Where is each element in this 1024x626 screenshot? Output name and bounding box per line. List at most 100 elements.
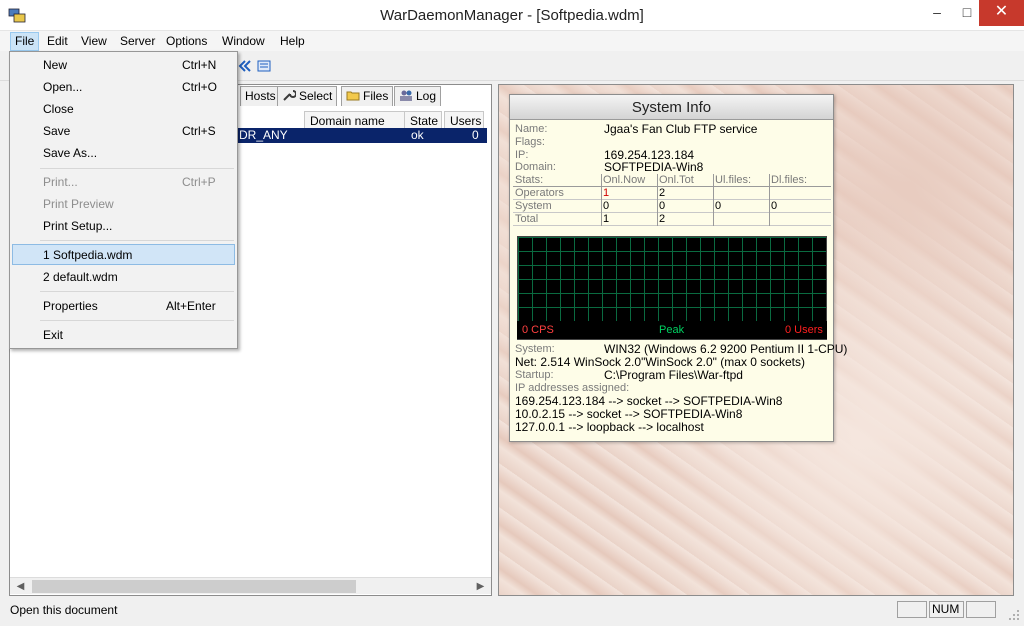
name-value: Jgaa's Fan Club FTP service xyxy=(604,122,758,136)
ip-label: IP: xyxy=(515,149,529,161)
horizontal-scrollbar[interactable]: ◀ ▶ xyxy=(10,577,491,594)
table-row[interactable]: DR_ANY ok 0 xyxy=(238,128,487,143)
status-text: Open this document xyxy=(10,603,118,617)
menu-item-label: 1 Softpedia.wdm xyxy=(43,248,133,262)
tab-hosts-label: Hosts xyxy=(245,89,276,103)
menu-item-shortcut: Ctrl+P xyxy=(182,175,216,189)
menu-item-label: Save xyxy=(43,124,71,138)
status-bar: Open this document NUM xyxy=(0,599,1024,626)
stats-header: Ul.files: xyxy=(715,174,752,186)
menu-item-new[interactable]: New Ctrl+N xyxy=(12,54,235,75)
system-label: System: xyxy=(515,343,555,355)
menu-item-recent-1[interactable]: 1 Softpedia.wdm xyxy=(12,244,235,265)
tab-files[interactable]: Files xyxy=(341,86,394,106)
status-panel-num: NUM xyxy=(929,601,964,618)
menu-item-label: Close xyxy=(43,102,74,116)
system-value: WIN32 (Windows 6.2 9200 Pentium II 1-CPU… xyxy=(604,342,848,356)
stats-header: Onl.Tot xyxy=(659,174,694,186)
column-users[interactable]: Users xyxy=(444,111,484,129)
ip-assigned-line: 169.254.123.184 --> socket --> SOFTPEDIA… xyxy=(515,394,783,408)
menu-item-label: Print Setup... xyxy=(43,219,113,233)
startup-value: C:\Program Files\War-ftpd xyxy=(604,368,743,382)
ip-assigned-line: 127.0.0.1 --> loopback --> localhost xyxy=(515,420,704,434)
status-panel-caps xyxy=(897,601,927,618)
tab-select-label: Select xyxy=(299,89,333,103)
menu-item-label: Open... xyxy=(43,80,83,94)
stats-header: Dl.files: xyxy=(771,174,808,186)
system-info-title: System Info xyxy=(510,95,833,120)
menu-item-print-preview: Print Preview xyxy=(12,193,235,214)
menu-item-properties[interactable]: Properties Alt+Enter xyxy=(12,295,235,316)
net-line: Net: 2.514 WinSock 2.0"WinSock 2.0" (max… xyxy=(515,355,805,369)
double-chevron-left-icon[interactable] xyxy=(238,59,252,73)
list-icon[interactable] xyxy=(257,59,271,73)
scroll-right-icon[interactable]: ▶ xyxy=(472,578,489,595)
scroll-left-icon[interactable]: ◀ xyxy=(12,578,29,595)
ip-assigned-label: IP addresses assigned: xyxy=(515,382,630,394)
tab-hosts[interactable]: Hosts xyxy=(240,86,281,106)
menu-view[interactable]: View xyxy=(76,32,112,51)
row-users: 0 xyxy=(472,128,479,142)
traffic-graph-legend: 0 CPS Peak 0 Users xyxy=(517,321,827,339)
users-label: 0 Users xyxy=(785,324,823,336)
menu-item-print-setup[interactable]: Print Setup... xyxy=(12,215,235,236)
stats-grid: Stats: Onl.Now Onl.Tot Ul.files: Dl.file… xyxy=(513,174,831,226)
menu-server[interactable]: Server xyxy=(115,32,160,51)
tab-log-label: Log xyxy=(416,89,437,103)
menu-item-label: New xyxy=(43,58,68,72)
resize-grip-icon[interactable] xyxy=(1008,609,1020,621)
menu-item-open[interactable]: Open... Ctrl+O xyxy=(12,76,235,97)
peak-label: Peak xyxy=(659,324,685,336)
tab-log[interactable]: Log xyxy=(394,86,442,106)
menu-item-label: 2 default.wdm xyxy=(43,270,118,284)
domain-value: SOFTPEDIA-Win8 xyxy=(604,160,704,174)
ip-assigned-line: 10.0.2.15 --> socket --> SOFTPEDIA-Win8 xyxy=(515,407,743,421)
menu-edit[interactable]: Edit xyxy=(42,32,73,51)
menu-separator xyxy=(40,320,234,321)
stats-row-label: Operators xyxy=(515,187,564,199)
menu-item-close[interactable]: Close xyxy=(12,98,235,119)
menu-item-recent-2[interactable]: 2 default.wdm xyxy=(12,266,235,287)
minimize-button[interactable]: – xyxy=(920,0,954,26)
menu-options[interactable]: Options xyxy=(161,32,212,51)
menu-separator xyxy=(40,168,234,169)
menu-item-shortcut: Ctrl+N xyxy=(182,58,217,72)
menu-item-label: Exit xyxy=(43,328,64,342)
tab-select[interactable]: Select xyxy=(277,86,338,106)
title-bar: WarDaemonManager - [Softpedia.wdm] – □ ✕ xyxy=(0,0,1024,31)
stats-cell: 0 xyxy=(603,200,610,212)
menu-item-label: Properties xyxy=(43,299,98,313)
menu-item-shortcut: Alt+Enter xyxy=(166,299,216,313)
scroll-thumb[interactable] xyxy=(32,580,356,593)
menu-item-save[interactable]: Save Ctrl+S xyxy=(12,120,235,141)
menu-item-save-as[interactable]: Save As... xyxy=(12,142,235,163)
menu-help[interactable]: Help xyxy=(275,32,310,51)
menu-item-exit[interactable]: Exit xyxy=(12,324,235,345)
tab-files-label: Files xyxy=(363,89,389,103)
menu-window[interactable]: Window xyxy=(217,32,270,51)
column-domain-name[interactable]: Domain name xyxy=(304,111,405,129)
status-panel-scroll xyxy=(966,601,996,618)
stats-cell: 2 xyxy=(659,213,666,225)
name-label: Name: xyxy=(515,123,548,135)
stats-row-label: System xyxy=(515,200,552,212)
close-button[interactable]: ✕ xyxy=(979,0,1024,26)
column-state[interactable]: State xyxy=(404,111,442,129)
system-info-panel: System Info Name: Jgaa's Fan Club FTP se… xyxy=(509,94,847,442)
startup-label: Startup: xyxy=(515,369,554,381)
menu-file[interactable]: File xyxy=(10,32,40,51)
row-name: DR_ANY xyxy=(239,128,288,142)
menu-item-label: Save As... xyxy=(43,146,98,160)
stats-cell: 2 xyxy=(659,187,666,199)
stats-cell: 1 xyxy=(603,213,610,225)
file-menu-dropdown: New Ctrl+N Open... Ctrl+O Close Save Ctr… xyxy=(9,51,238,349)
menu-separator xyxy=(40,240,234,241)
row-state: ok xyxy=(411,128,424,142)
maximize-button[interactable]: □ xyxy=(955,0,979,26)
stats-header: Stats: xyxy=(515,174,544,186)
folder-icon xyxy=(346,91,360,101)
stats-cell: 0 xyxy=(771,200,778,212)
menu-item-label: Print... xyxy=(43,175,78,189)
stats-row-label: Total xyxy=(515,213,539,225)
menu-bar: File Edit View Server Options Window Hel… xyxy=(0,31,1024,51)
